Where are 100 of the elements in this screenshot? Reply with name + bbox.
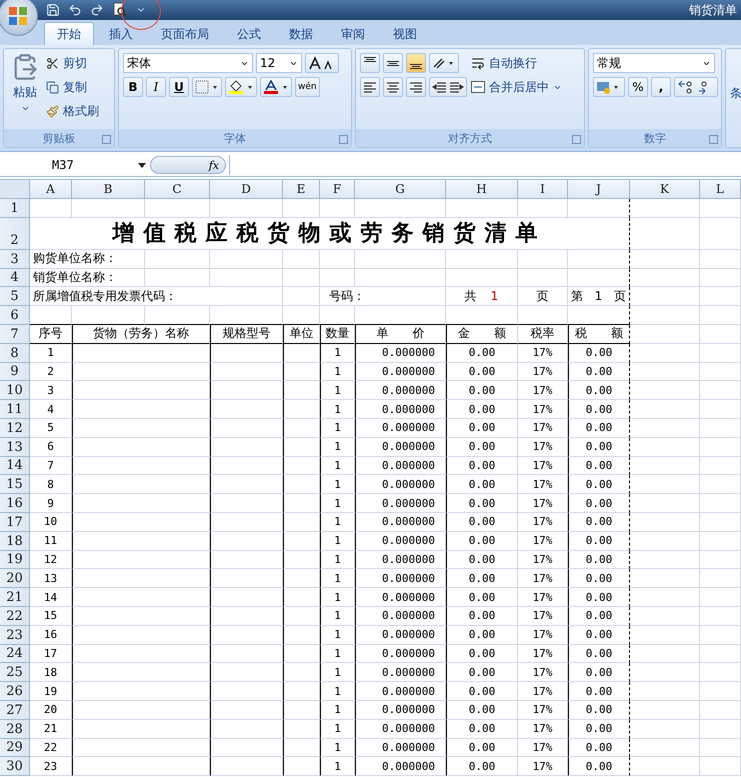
row-header[interactable]: 3 [0, 250, 30, 269]
empty-cell [145, 199, 210, 218]
copy-button[interactable]: 复制 [46, 77, 99, 97]
row-header[interactable]: 20 [0, 569, 30, 588]
currency-button[interactable] [593, 77, 625, 97]
column-header[interactable]: H [446, 180, 518, 199]
row-header[interactable]: 14 [0, 456, 30, 476]
ribbon-tab[interactable]: 页面布局 [148, 22, 222, 45]
column-header[interactable]: F [320, 180, 355, 199]
row-header[interactable]: 16 [0, 494, 30, 513]
column-header[interactable]: J [568, 180, 630, 199]
column-header[interactable]: I [518, 180, 568, 199]
align-button[interactable] [406, 77, 426, 97]
row-header[interactable]: 15 [0, 475, 30, 494]
italic-button[interactable]: I [146, 77, 166, 97]
ribbon-tab[interactable]: 插入 [96, 22, 146, 45]
row-header[interactable]: 12 [0, 418, 30, 438]
font-size-buttons[interactable] [305, 53, 339, 73]
row-header[interactable]: 7 [0, 324, 30, 344]
column-header[interactable]: E [283, 180, 320, 199]
row-header[interactable]: 18 [0, 532, 30, 551]
empty-cell [630, 199, 700, 218]
undo-icon[interactable] [68, 3, 82, 17]
row-header[interactable]: 25 [0, 663, 30, 682]
row-header[interactable]: 30 [0, 757, 30, 776]
indent-button[interactable] [429, 77, 467, 97]
column-header[interactable]: A [30, 180, 72, 199]
format-painter-button[interactable]: 格式刷 [46, 101, 99, 121]
number-format-field[interactable]: 常规 [593, 53, 715, 73]
table-cell: 0.00 [568, 757, 630, 776]
cut-button[interactable]: 剪切 [46, 53, 99, 73]
paste-button[interactable]: 粘贴 [8, 53, 42, 125]
table-cell: 1 [320, 700, 355, 720]
insert-function-button[interactable]: fx [150, 156, 226, 174]
percent-button[interactable]: % [628, 77, 648, 97]
row-header[interactable]: 13 [0, 438, 30, 457]
underline-button[interactable]: U [169, 77, 189, 97]
column-header[interactable]: K [630, 180, 700, 199]
column-header[interactable]: C [145, 180, 210, 199]
table-cell: 5 [30, 418, 72, 438]
row-header[interactable]: 28 [0, 720, 30, 739]
table-cell: 0.00 [568, 362, 630, 382]
table-cell: 0.00 [568, 381, 630, 400]
ribbon-tab[interactable]: 视图 [380, 22, 430, 45]
row-header[interactable]: 8 [0, 344, 30, 363]
empty-cell [700, 550, 741, 570]
merge-center-button[interactable]: 合并后居中 [471, 77, 562, 97]
bold-button[interactable]: B [123, 77, 143, 97]
redo-icon[interactable] [90, 3, 104, 17]
ribbon-tab[interactable]: 公式 [224, 22, 274, 45]
row-header[interactable]: 26 [0, 682, 30, 701]
empty-cell [630, 400, 700, 419]
row-header[interactable]: 5 [0, 287, 30, 306]
row-header[interactable]: 9 [0, 362, 30, 382]
column-header[interactable]: L [700, 180, 741, 199]
ribbon-tab[interactable]: 开始 [44, 22, 94, 45]
empty-cell [320, 306, 355, 325]
orientation-button[interactable] [429, 53, 459, 73]
empty-cell [630, 218, 700, 250]
wrap-text-button[interactable]: 自动换行 [471, 53, 562, 73]
ribbon-tab[interactable]: 数据 [276, 22, 326, 45]
fill-color-button[interactable] [225, 77, 257, 97]
row-header[interactable]: 2 [0, 218, 30, 250]
font-color-button[interactable] [260, 77, 292, 97]
empty-cell [700, 456, 741, 476]
row-header[interactable]: 4 [0, 268, 30, 288]
table-cell: 17% [518, 381, 568, 400]
name-box[interactable]: M37 [0, 155, 150, 175]
phonetic-button[interactable]: wén [295, 77, 320, 97]
empty-cell [145, 250, 210, 269]
save-icon[interactable] [46, 3, 60, 17]
row-header[interactable]: 21 [0, 588, 30, 607]
row-header[interactable]: 6 [0, 306, 30, 325]
vertical-align-button[interactable] [360, 53, 380, 73]
row-header[interactable]: 10 [0, 381, 30, 400]
row-header[interactable]: 27 [0, 700, 30, 720]
vertical-align-button[interactable] [406, 53, 426, 73]
row-header[interactable]: 11 [0, 400, 30, 419]
row-header[interactable]: 19 [0, 550, 30, 570]
borders-button[interactable] [192, 77, 222, 97]
column-header[interactable]: D [210, 180, 283, 199]
row-header[interactable]: 22 [0, 606, 30, 626]
column-heading: 货物（劳务）名称 [72, 324, 210, 344]
empty-cell [630, 757, 700, 776]
row-header[interactable]: 23 [0, 626, 30, 645]
font-size-field[interactable]: 12 [256, 53, 302, 73]
ribbon-tab[interactable]: 审阅 [328, 22, 378, 45]
font-name-field[interactable]: 宋体 [123, 53, 253, 73]
row-header[interactable]: 17 [0, 512, 30, 532]
column-header[interactable]: G [355, 180, 446, 199]
row-header[interactable]: 24 [0, 644, 30, 664]
vertical-align-button[interactable] [383, 53, 403, 73]
column-header[interactable]: B [72, 180, 145, 199]
row-header[interactable]: 1 [0, 199, 30, 218]
print-preview-icon[interactable] [112, 2, 128, 18]
align-button[interactable] [383, 77, 403, 97]
comma-button[interactable]: , [651, 77, 671, 97]
align-button[interactable] [360, 77, 380, 97]
decimal-button[interactable] [674, 77, 718, 97]
row-header[interactable]: 29 [0, 738, 30, 758]
